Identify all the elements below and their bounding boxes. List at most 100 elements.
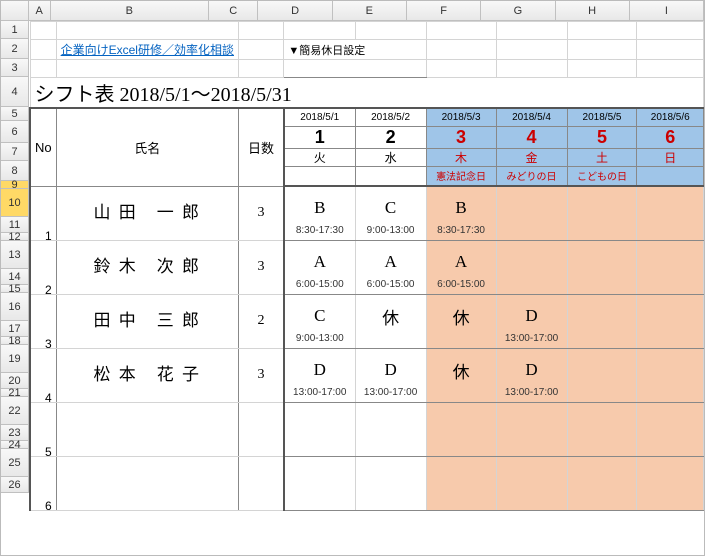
- cell[interactable]: [567, 330, 637, 348]
- cell[interactable]: [567, 438, 637, 456]
- cell[interactable]: [426, 40, 496, 60]
- cell[interactable]: 13:00-17:00: [496, 330, 567, 348]
- cell[interactable]: [496, 492, 567, 510]
- cell[interactable]: [567, 410, 637, 438]
- rowhdr-5[interactable]: 5: [1, 107, 29, 121]
- cell[interactable]: [426, 240, 496, 248]
- cell[interactable]: 2018/5/3: [426, 108, 496, 126]
- cell[interactable]: [496, 464, 567, 492]
- spreadsheet-grid[interactable]: 企業向けExcel研修／効率化相談▼簡易休日設定シフト表 2018/5/1〜20…: [29, 21, 704, 511]
- cell[interactable]: [567, 240, 637, 248]
- training-link[interactable]: 企業向けExcel研修／効率化相談: [61, 43, 234, 57]
- cell[interactable]: 休: [426, 356, 496, 384]
- cell[interactable]: A: [426, 248, 496, 276]
- cell[interactable]: [355, 166, 426, 186]
- cell[interactable]: 6: [637, 126, 704, 148]
- cell[interactable]: [426, 330, 496, 348]
- cell[interactable]: [355, 492, 426, 510]
- cell[interactable]: 2018/5/5: [567, 108, 637, 126]
- cell[interactable]: D: [284, 356, 355, 384]
- cell[interactable]: [284, 492, 355, 510]
- cell[interactable]: こどもの日: [567, 166, 637, 186]
- cell[interactable]: [637, 40, 704, 60]
- cell[interactable]: [426, 294, 496, 302]
- rowhdr-21[interactable]: 21: [1, 389, 29, 397]
- cell[interactable]: [496, 456, 567, 464]
- cell[interactable]: 2: [30, 240, 56, 294]
- cell[interactable]: No: [30, 108, 56, 186]
- cell[interactable]: [355, 348, 426, 356]
- cell[interactable]: [567, 194, 637, 222]
- cell[interactable]: [637, 294, 704, 302]
- cell[interactable]: 田 中 三 郎: [56, 294, 238, 348]
- cell[interactable]: 山 田 一 郎: [56, 186, 238, 240]
- cell[interactable]: [567, 186, 637, 194]
- cell[interactable]: 3: [238, 240, 283, 294]
- cell[interactable]: [426, 456, 496, 464]
- rowhdr-22[interactable]: 22: [1, 397, 29, 425]
- cell[interactable]: 休: [426, 302, 496, 330]
- cell[interactable]: [284, 402, 355, 410]
- cell[interactable]: [637, 438, 704, 456]
- cell[interactable]: [355, 438, 426, 456]
- cell[interactable]: [496, 60, 567, 78]
- rowhdr-7[interactable]: 7: [1, 143, 29, 161]
- cell[interactable]: [637, 248, 704, 276]
- cell[interactable]: [637, 22, 704, 40]
- holiday-dropdown[interactable]: ▼簡易休日設定: [288, 45, 365, 57]
- rowhdr-2[interactable]: 2: [1, 39, 29, 59]
- cell[interactable]: [567, 276, 637, 294]
- cell[interactable]: [567, 384, 637, 402]
- cell[interactable]: [496, 248, 567, 276]
- cell[interactable]: [30, 22, 56, 40]
- cell[interactable]: [567, 248, 637, 276]
- cell[interactable]: [496, 186, 567, 194]
- cell[interactable]: [567, 22, 637, 40]
- cell[interactable]: 3: [30, 294, 56, 348]
- cell[interactable]: [496, 402, 567, 410]
- cell[interactable]: [637, 222, 704, 240]
- cell[interactable]: [56, 402, 238, 456]
- cell[interactable]: [496, 410, 567, 438]
- cell[interactable]: 6:00-15:00: [426, 276, 496, 294]
- cell[interactable]: 2018/5/1: [284, 108, 355, 126]
- cell[interactable]: 休: [355, 302, 426, 330]
- cell[interactable]: [56, 456, 238, 510]
- cell[interactable]: 鈴 木 次 郎: [56, 240, 238, 294]
- cell[interactable]: A: [355, 248, 426, 276]
- cell[interactable]: [355, 294, 426, 302]
- rowhdr-1[interactable]: 1: [1, 21, 29, 39]
- cell[interactable]: [637, 302, 704, 330]
- rowhdr-9[interactable]: 9: [1, 181, 29, 189]
- cell[interactable]: 日: [637, 148, 704, 166]
- cell[interactable]: [426, 384, 496, 402]
- rowhdr-10[interactable]: 10: [1, 189, 29, 217]
- cell[interactable]: [496, 194, 567, 222]
- rowhdr-3[interactable]: 3: [1, 59, 29, 77]
- cell[interactable]: 6:00-15:00: [284, 276, 355, 294]
- cell[interactable]: 1: [30, 186, 56, 240]
- cell[interactable]: [284, 186, 355, 194]
- cell[interactable]: [284, 348, 355, 356]
- cell[interactable]: 水: [355, 148, 426, 166]
- cell[interactable]: [284, 22, 355, 40]
- cell[interactable]: [355, 402, 426, 410]
- rowhdr-18[interactable]: 18: [1, 337, 29, 345]
- cell[interactable]: [56, 22, 238, 40]
- cell[interactable]: [284, 456, 355, 464]
- cell[interactable]: [637, 240, 704, 248]
- cell[interactable]: [637, 194, 704, 222]
- cell[interactable]: 土: [567, 148, 637, 166]
- cell[interactable]: 1: [284, 126, 355, 148]
- colhdr-I[interactable]: I: [630, 1, 704, 20]
- cell[interactable]: A: [284, 248, 355, 276]
- cell[interactable]: [496, 348, 567, 356]
- cell[interactable]: [355, 186, 426, 194]
- cell[interactable]: 8:30-17:30: [284, 222, 355, 240]
- cell[interactable]: [426, 60, 496, 78]
- cell[interactable]: [567, 40, 637, 60]
- cell[interactable]: [496, 240, 567, 248]
- cell[interactable]: [637, 402, 704, 410]
- cell[interactable]: 憲法記念日: [426, 166, 496, 186]
- rowhdr-12[interactable]: 12: [1, 233, 29, 241]
